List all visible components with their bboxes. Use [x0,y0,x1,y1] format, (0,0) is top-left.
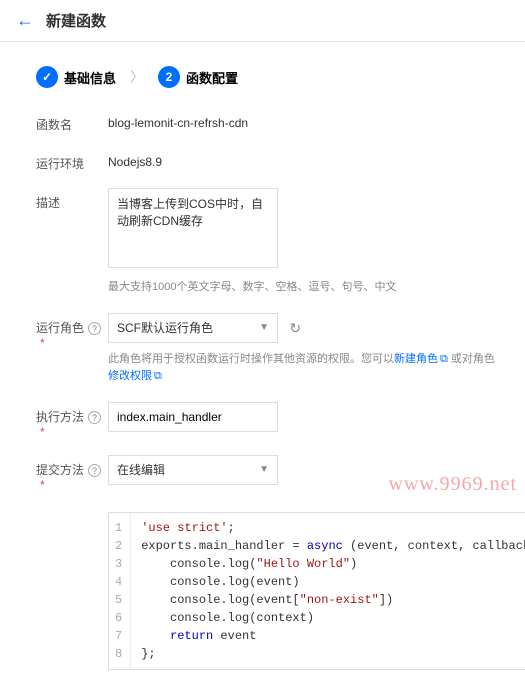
step-2-number: 2 [158,66,180,88]
submit-method-select[interactable]: 在线编辑 ▼ [108,455,278,485]
external-link-icon: ⧉ [440,353,448,365]
step-1-label: 基础信息 [64,68,116,87]
submit-method-value: 在线编辑 [117,461,165,478]
step-2: 2 函数配置 [158,66,238,88]
help-icon[interactable]: ? [88,322,101,335]
label-function-name: 函数名 [36,110,108,133]
step-2-label: 函数配置 [186,68,238,87]
help-icon[interactable]: ? [88,464,101,477]
link-edit-permission[interactable]: 修改权限 [108,370,152,382]
handler-input[interactable] [108,402,278,432]
external-link-icon: ⧉ [154,370,162,382]
check-icon: ✓ [36,66,58,88]
step-indicator: ✓ 基础信息 〉 2 函数配置 [36,66,497,88]
description-hint: 最大支持1000个英文字母、数字、空格、逗号、句号、中文 [108,279,497,297]
chevron-down-icon: ▼ [259,322,269,333]
role-select-value: SCF默认运行角色 [117,319,213,336]
description-textarea[interactable]: 当博客上传到COS中时，自动刷新CDN缓存 [108,188,278,268]
role-hint: 此角色将用于授权函数运行时操作其他资源的权限。您可以新建角色⧉ 或对角色修改权限… [108,351,497,386]
link-create-role[interactable]: 新建角色 [394,353,438,365]
label-submit-method: 提交方法?* [36,455,108,492]
label-description: 描述 [36,188,108,211]
label-handler: 执行方法?* [36,402,108,439]
back-arrow-icon[interactable]: ← [16,10,34,31]
help-icon[interactable]: ? [88,411,101,424]
content-area: ✓ 基础信息 〉 2 函数配置 函数名 blog-lemonit-cn-refr… [0,42,525,670]
step-1: ✓ 基础信息 [36,66,116,88]
label-runtime: 运行环境 [36,149,108,172]
top-bar: ← 新建函数 [0,0,525,42]
chevron-right-icon: 〉 [130,67,144,87]
line-gutter: 12345678 [109,513,131,669]
code-editor[interactable]: 12345678 'use strict'; exports.main_hand… [108,512,525,670]
refresh-icon[interactable]: ↻ [289,320,301,337]
value-function-name: blog-lemonit-cn-refrsh-cdn [108,110,248,130]
value-runtime: Nodejs8.9 [108,149,162,169]
label-role: 运行角色?* [36,313,108,350]
role-select[interactable]: SCF默认运行角色 ▼ [108,313,278,343]
code-content[interactable]: 'use strict'; exports.main_handler = asy… [131,513,525,669]
page-title: 新建函数 [46,10,106,31]
chevron-down-icon: ▼ [259,464,269,475]
